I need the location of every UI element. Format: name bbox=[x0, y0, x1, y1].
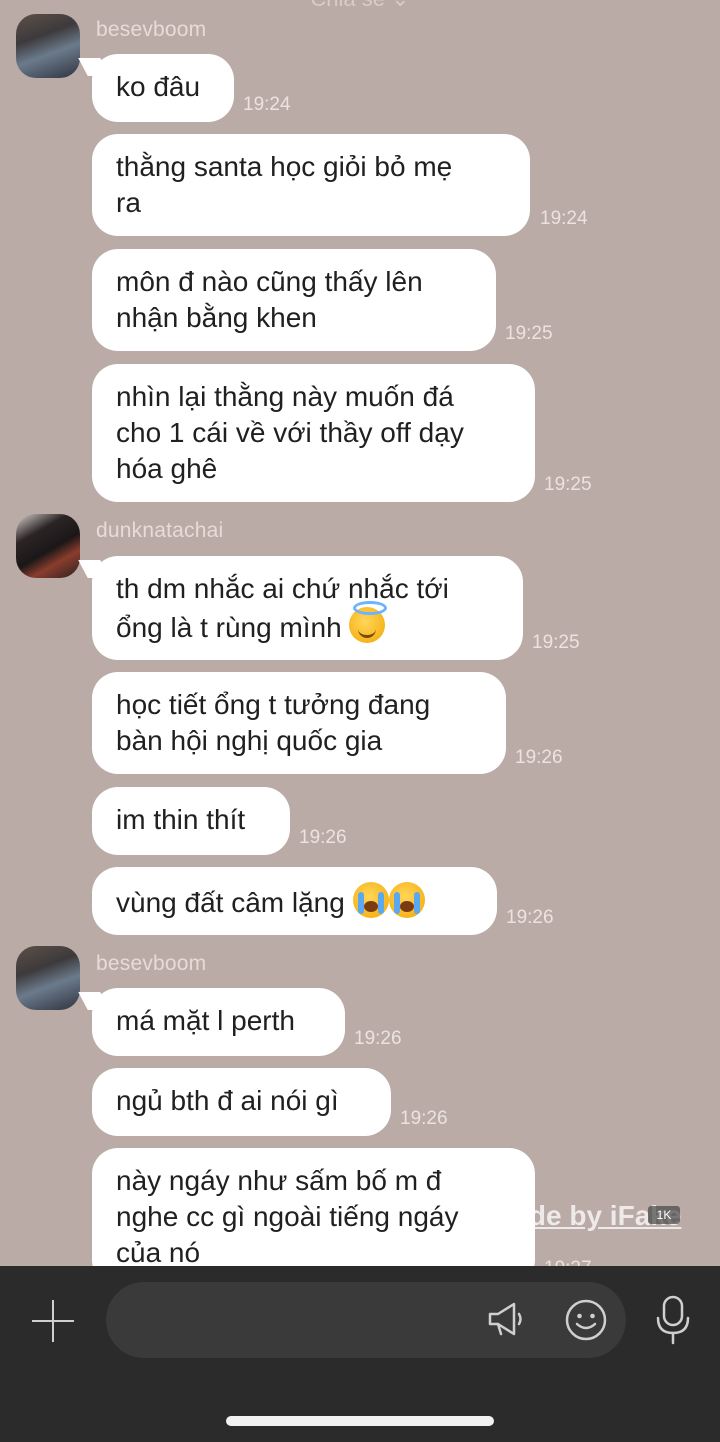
message-bubble[interactable]: thằng santa học giỏi bỏ mẹ ra bbox=[92, 134, 530, 236]
message-text: im thin thít bbox=[116, 804, 246, 835]
sender-name: dunknatachai bbox=[96, 519, 224, 542]
home-indicator[interactable] bbox=[226, 1416, 494, 1426]
message-time: 19:26 bbox=[299, 827, 347, 848]
message-time: 19:24 bbox=[243, 94, 291, 115]
avatar[interactable] bbox=[16, 946, 80, 1010]
message-text: này ngáy như sấm bố m đ nghe cc gì ngoài… bbox=[116, 1165, 459, 1268]
message-time: 19:26 bbox=[354, 1028, 402, 1049]
loudly-crying-face-icon bbox=[388, 882, 425, 918]
sender-name: besevboom bbox=[96, 952, 207, 975]
message-text: ko đâu bbox=[116, 71, 201, 102]
message-time: 19:25 bbox=[505, 323, 553, 344]
message-bubble[interactable]: học tiết ổng t tưởng đang bàn hội nghị q… bbox=[92, 672, 506, 774]
message-bubble[interactable]: nhìn lại thằng này muốn đá cho 1 cái về … bbox=[92, 364, 535, 502]
microphone-icon[interactable] bbox=[652, 1294, 694, 1346]
message-time: 19:26 bbox=[400, 1108, 448, 1129]
message-bubble[interactable]: ko đâu bbox=[92, 54, 234, 122]
sender-name: besevboom bbox=[96, 18, 207, 41]
message-time: 19:25 bbox=[532, 632, 580, 653]
message-text: thằng santa học giỏi bỏ mẹ ra bbox=[116, 151, 453, 218]
message-text: th dm nhắc ai chứ nhắc tới ổng là t rùng… bbox=[116, 573, 449, 643]
message-time: 19:24 bbox=[540, 208, 588, 229]
message-bubble[interactable]: th dm nhắc ai chứ nhắc tới ổng là t rùng… bbox=[92, 556, 523, 660]
message-text: ngủ bth đ ai nói gì bbox=[116, 1085, 339, 1116]
avatar[interactable] bbox=[16, 514, 80, 578]
plus-icon[interactable] bbox=[30, 1298, 76, 1344]
watermark-badge: 1K bbox=[648, 1206, 680, 1224]
message-text: má mặt l perth bbox=[116, 1005, 295, 1036]
smiley-icon[interactable] bbox=[564, 1298, 608, 1342]
megaphone-icon[interactable] bbox=[484, 1298, 526, 1340]
message-text: học tiết ổng t tưởng đang bàn hội nghị q… bbox=[116, 689, 431, 756]
message-bubble[interactable]: im thin thít bbox=[92, 787, 290, 855]
message-text: vùng đất câm lặng bbox=[116, 887, 345, 918]
message-input[interactable] bbox=[130, 1282, 484, 1360]
message-input-container[interactable] bbox=[106, 1282, 626, 1360]
message-bubble[interactable]: ngủ bth đ ai nói gì bbox=[92, 1068, 391, 1136]
avatar[interactable] bbox=[16, 14, 80, 78]
message-time: 19:26 bbox=[506, 907, 554, 928]
message-text: nhìn lại thằng này muốn đá cho 1 cái về … bbox=[116, 381, 464, 484]
smiling-face-with-halo-icon bbox=[349, 601, 388, 643]
message-text: môn đ nào cũng thấy lên nhận bằng khen bbox=[116, 266, 423, 333]
message-bubble[interactable]: vùng đất câm lặng bbox=[92, 867, 497, 935]
message-bubble[interactable]: môn đ nào cũng thấy lên nhận bằng khen bbox=[92, 249, 496, 351]
loudly-crying-face-icon bbox=[352, 882, 389, 918]
top-hint: Chia sẻ ⌄ bbox=[0, 0, 720, 12]
message-time: 19:26 bbox=[515, 747, 563, 768]
message-time: 19:25 bbox=[544, 474, 592, 495]
message-bubble[interactable]: má mặt l perth bbox=[92, 988, 345, 1056]
